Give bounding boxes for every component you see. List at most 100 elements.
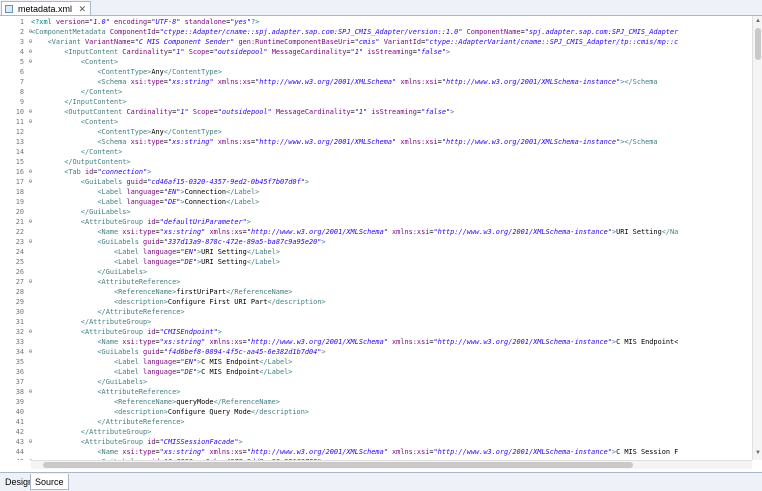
code-line[interactable]: 5 ⊖ <Content> [0,57,752,67]
code-line[interactable]: 29 <description>Configure First URI Part… [0,297,752,307]
code-line[interactable]: 11 ⊖ <Content> [0,117,752,127]
code-text[interactable]: <description>Configure First URI Part</d… [31,297,326,307]
code-line[interactable]: 43 ⊖ <AttributeGroup id="CMISSessionFacad… [0,437,752,447]
code-text[interactable]: </GuiLabels> [31,267,147,277]
code-text[interactable]: <ReferenceName>queryMode</ReferenceName> [31,397,280,407]
code-text[interactable]: <OutputContent Cardinality="1" Scope="ou… [31,107,454,117]
xml-source-editor[interactable]: 1 <?xml version="1.0" encoding="UTF-8" st… [0,16,753,460]
code-text[interactable]: <GuiLabels guid="cd46af15-0320-4357-9ed2… [31,177,309,187]
code-line[interactable]: 12 <ContentType>Any</ContentType> [0,127,752,137]
code-line[interactable]: 19 <Label language="DE">Connection</Labe… [0,197,752,207]
code-line[interactable]: 7 <Schema xsi:type="xs:string" xmlns:xs=… [0,77,752,87]
code-text[interactable]: </GuiLabels> [31,207,131,217]
vertical-scroll-thumb[interactable] [755,28,761,60]
code-text[interactable]: <Label language="DE">Connection</Label> [31,197,259,207]
code-line[interactable]: 22 <Name xsi:type="xs:string" xmlns:xs="… [0,227,752,237]
code-line[interactable]: 13 <Schema xsi:type="xs:string" xmlns:xs… [0,137,752,147]
code-line[interactable]: 6 <ContentType>Any</ContentType> [0,67,752,77]
code-text[interactable]: </InputContent> [31,97,126,107]
horizontal-scrollbar[interactable] [31,460,752,469]
code-text[interactable]: </GuiLabels> [31,377,147,387]
code-text[interactable]: </OutputContent> [31,157,130,167]
code-text[interactable]: <GuiLabels guid="337d13a9-878c-472e-89a5… [31,237,325,247]
code-line[interactable]: 32 ⊖ <AttributeGroup id="CMISEndpoint"> [0,327,752,337]
code-text[interactable]: <Label language="EN">URI Setting</Label> [31,247,280,257]
code-text[interactable]: <Variant VariantName="C MIS Component Se… [31,37,679,47]
code-text[interactable]: <Content> [31,117,118,127]
scroll-up-arrow-icon[interactable]: ▲ [754,17,762,26]
code-text[interactable]: <AttributeGroup id="defaultUriParameter"… [31,217,251,227]
code-text[interactable]: </Content> [31,87,123,97]
code-line[interactable]: 10 ⊖ <OutputContent Cardinality="1" Scope… [0,107,752,117]
line-number: 8 [19,88,24,96]
code-text[interactable]: <description>Configure Query Mode</descr… [31,407,309,417]
code-line[interactable]: 41 </AttributeReference> [0,417,752,427]
code-text[interactable]: </Content> [31,147,123,157]
code-text[interactable]: <Name xsi:type="xs:string" xmlns:xs="htt… [31,337,678,347]
tab-source[interactable]: Source [30,474,69,490]
scroll-down-arrow-icon[interactable]: ▼ [754,449,762,458]
code-line[interactable]: 42 </AttributeGroup> [0,427,752,437]
code-text[interactable]: <Schema xsi:type="xs:string" xmlns:xs="h… [31,137,657,147]
code-line[interactable]: 28 <ReferenceName>firstUriPart</Referenc… [0,287,752,297]
code-line[interactable]: 2 ⊖ <ComponentMetadata ComponentId="ctype:… [0,27,752,37]
code-text[interactable]: <?xml version="1.0" encoding="UTF-8" sta… [31,17,259,27]
code-line[interactable]: 36 <Label language="DE">C MIS Endpoint</… [0,367,752,377]
code-text[interactable]: <InputContent Cardinality="1" Scope="out… [31,47,450,57]
code-text[interactable]: <AttributeReference> [31,277,180,287]
code-text[interactable]: <ContentType>Any</ContentType> [31,127,221,137]
code-line[interactable]: 25 <Label language="DE">URI Setting</Lab… [0,257,752,267]
code-line[interactable]: 44 <Name xsi:type="xs:string" xmlns:xs="… [0,447,752,457]
line-number: 37 [15,378,24,386]
code-text[interactable]: <GuiLabels guid="f4d6bef8-0894-4f5c-aa45… [31,347,325,357]
code-line[interactable]: 23 ⊖ <GuiLabels guid="337d13a9-878c-472e-… [0,237,752,247]
code-text[interactable]: <Name xsi:type="xs:string" xmlns:xs="htt… [31,447,678,457]
code-line[interactable]: 14 </Content> [0,147,752,157]
code-line[interactable]: 33 <Name xsi:type="xs:string" xmlns:xs="… [0,337,752,347]
code-text[interactable]: <Label language="EN">Connection</Label> [31,187,259,197]
code-line[interactable]: 26 </GuiLabels> [0,267,752,277]
code-line[interactable]: 18 <Label language="EN">Connection</Labe… [0,187,752,197]
close-icon[interactable]: ✕ [78,2,86,16]
code-line[interactable]: 15 </OutputContent> [0,157,752,167]
code-text[interactable]: </AttributeReference> [31,307,184,317]
code-line[interactable]: 8 </Content> [0,87,752,97]
code-line[interactable]: 34 ⊖ <GuiLabels guid="f4d6bef8-0894-4f5c-… [0,347,752,357]
code-line[interactable]: 24 <Label language="EN">URI Setting</Lab… [0,247,752,257]
code-line[interactable]: 27 ⊖ <AttributeReference> [0,277,752,287]
code-line[interactable]: 39 <ReferenceName>queryMode</ReferenceNa… [0,397,752,407]
code-text[interactable]: </AttributeGroup> [31,317,152,327]
code-line[interactable]: 16 ⊖ <Tab id="connection"> [0,167,752,177]
code-line[interactable]: 31 </AttributeGroup> [0,317,752,327]
code-line[interactable]: 9 </InputContent> [0,97,752,107]
code-text[interactable]: <Label language="DE">URI Setting</Label> [31,257,280,267]
editor-tab-metadata-xml[interactable]: metadata.xml ✕ [1,1,92,16]
code-text[interactable]: <AttributeReference> [31,387,180,397]
code-text[interactable]: <Label language="EN">C MIS Endpoint</Lab… [31,357,292,367]
code-text[interactable]: <Content> [31,57,118,67]
code-line[interactable]: 40 <description>Configure Query Mode</de… [0,407,752,417]
code-line[interactable]: 30 </AttributeReference> [0,307,752,317]
code-text[interactable]: </AttributeGroup> [31,427,152,437]
horizontal-scroll-thumb[interactable] [43,462,633,468]
code-text[interactable]: </AttributeReference> [31,417,184,427]
code-text[interactable]: <AttributeGroup id="CMISEndpoint"> [31,327,222,337]
code-text[interactable]: <Name xsi:type="xs:string" xmlns:xs="htt… [31,227,678,237]
code-line[interactable]: 4 ⊖ <InputContent Cardinality="1" Scope="… [0,47,752,57]
code-text[interactable]: <ContentType>Any</ContentType> [31,67,221,77]
code-line[interactable]: 37 </GuiLabels> [0,377,752,387]
code-line[interactable]: 35 <Label language="EN">C MIS Endpoint</… [0,357,752,367]
code-text[interactable]: <Tab id="connection"> [31,167,151,177]
code-line[interactable]: 3 ⊖ <Variant VariantName="C MIS Component… [0,37,752,47]
vertical-scrollbar[interactable]: ▲ ▼ [752,16,762,460]
code-text[interactable]: <Schema xsi:type="xs:string" xmlns:xs="h… [31,77,657,87]
code-text[interactable]: <Label language="DE">C MIS Endpoint</Lab… [31,367,292,377]
code-line[interactable]: 17 ⊖ <GuiLabels guid="cd46af15-0320-4357-… [0,177,752,187]
code-line[interactable]: 1 <?xml version="1.0" encoding="UTF-8" st… [0,17,752,27]
code-line[interactable]: 21 ⊖ <AttributeGroup id="defaultUriParame… [0,217,752,227]
code-text[interactable]: <ComponentMetadata ComponentId="ctype::A… [31,27,678,37]
code-text[interactable]: <ReferenceName>firstUriPart</ReferenceNa… [31,287,292,297]
code-line[interactable]: 38 ⊖ <AttributeReference> [0,387,752,397]
code-line[interactable]: 20 </GuiLabels> [0,207,752,217]
code-text[interactable]: <AttributeGroup id="CMISSessionFacade"> [31,437,243,447]
